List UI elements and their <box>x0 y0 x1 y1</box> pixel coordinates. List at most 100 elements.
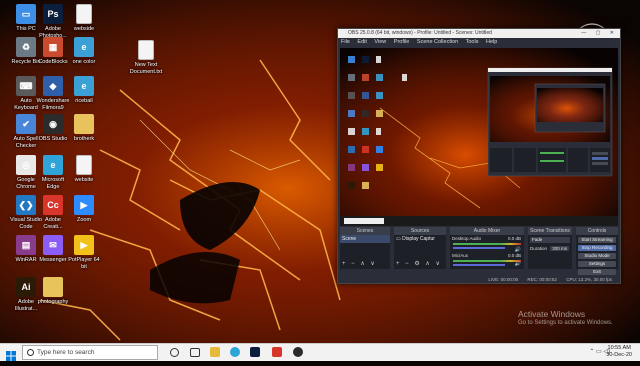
speaker-icon[interactable]: 🔊 <box>515 261 521 267</box>
mixer-track-mic: Mic/Aux 0.0 dB <box>450 252 524 259</box>
settings-button[interactable]: Settings <box>578 261 616 267</box>
watermark-line1: Activate Windows <box>518 309 586 319</box>
taskbar-search-box[interactable]: Type here to search <box>22 345 158 360</box>
obs-status-bar: LIVE: 00:00:00 REC: 00:00:52 CPU: 13.2%,… <box>338 276 620 283</box>
google-chrome-icon: ◎ <box>16 155 36 175</box>
search-icon <box>27 349 34 356</box>
watermark-line2: Go to Settings to activate Windows. <box>518 320 613 326</box>
search-placeholder: Type here to search <box>37 349 95 356</box>
cortana-icon[interactable] <box>170 348 179 357</box>
file-explorer-icon[interactable] <box>210 347 220 357</box>
this-pc-icon: ▭ <box>16 4 36 24</box>
transition-select[interactable]: Fade <box>530 237 570 243</box>
clock-time: 10:55 AM <box>607 345 631 351</box>
obs-title-text: OBS 25.0.8 (64 bit, windows) - Profile: … <box>348 30 492 36</box>
app-icon[interactable] <box>272 347 282 357</box>
desktop-icon-photography[interactable]: photography <box>35 277 71 306</box>
desktop-icon-brother[interactable]: brotherk <box>66 114 102 143</box>
duration-label: Duration <box>530 246 548 251</box>
obs-taskbar-icon[interactable] <box>293 347 303 357</box>
desktop-icon-webside[interactable]: webside <box>66 4 102 33</box>
exit-button[interactable]: Exit <box>578 269 616 275</box>
taskbar: Type here to search ⌃ ▭ ◁) 10:55 AM 30-D… <box>0 343 640 361</box>
obs-title-bar[interactable]: OBS 25.0.8 (64 bit, windows) - Profile: … <box>338 29 620 38</box>
auto-spell-checker-icon: ✔ <box>16 114 36 134</box>
desktop-icon-zoom[interactable]: ▶ Zoom <box>66 195 102 224</box>
controls-panel: Start Streaming Stop Recording Studio Mo… <box>576 235 618 275</box>
desktop-icon-riceball[interactable]: e riceball <box>66 76 102 105</box>
webside-icon <box>76 4 92 24</box>
cpu-status: CPU: 13.2%, 30.00 fps <box>566 277 612 282</box>
desktop-icon-label: photography <box>37 299 69 305</box>
sources-header: Sources <box>394 227 446 235</box>
riceball-icon: e <box>74 76 94 96</box>
task-view-icon[interactable] <box>190 348 200 357</box>
transitions-panel: Fade Duration 300 ms <box>528 235 572 269</box>
rec-status: REC: 00:00:52 <box>527 277 557 282</box>
desktop-icon-website[interactable]: website <box>66 155 102 184</box>
potplayer-icon: ▶ <box>74 235 94 255</box>
menu-tools[interactable]: Tools <box>466 39 479 45</box>
obs-menu-bar: File Edit View Profile Scene Collection … <box>338 38 620 47</box>
menu-profile[interactable]: Profile <box>394 39 410 45</box>
messenger-icon: ✉ <box>43 235 63 255</box>
menu-view[interactable]: View <box>374 39 386 45</box>
speaker-icon[interactable]: 🔊 <box>515 247 521 253</box>
taskbar-clock[interactable]: 10:55 AM 30-Dec-20 <box>606 345 632 359</box>
source-label: Display Captur <box>402 236 435 242</box>
desktop-icon-label: Zoom <box>76 217 92 223</box>
track-level: 0.0 dB <box>507 253 521 258</box>
network-icon[interactable]: ▭ <box>596 349 602 355</box>
microsoft-edge-icon: e <box>43 155 63 175</box>
scene-item[interactable]: Scene <box>340 235 390 243</box>
new-text-document-icon <box>138 40 154 60</box>
codeblocks-icon: ▦ <box>43 37 63 57</box>
winrar-icon: ▤ <box>16 235 36 255</box>
window-controls[interactable]: — ▢ ✕ <box>581 29 618 38</box>
desktop-icon-label: PotPlayer 64 bit <box>68 257 100 270</box>
live-status: LIVE: 00:00:00 <box>488 277 519 282</box>
scenes-toolbar[interactable]: + − ∧ ∨ <box>342 260 377 267</box>
volume-slider[interactable] <box>453 247 505 249</box>
desktop-icon-label: New Text Document.txt <box>129 62 163 75</box>
visual-studio-code-icon: ❮❯ <box>16 195 36 215</box>
meter-bar <box>453 243 521 245</box>
mixer-header: Audio Mixer <box>450 227 524 235</box>
desktop-icon-label: website <box>74 177 94 183</box>
mixer-track-desktop: Desktop Audio 0.0 dB <box>450 235 524 242</box>
obs-window[interactable]: OBS 25.0.8 (64 bit, windows) - Profile: … <box>337 28 621 284</box>
adobe-creative-icon: Cc <box>43 195 63 215</box>
desktop-icon-label: brotherk <box>73 136 95 142</box>
activate-windows-watermark: Activate Windows Go to Settings to activ… <box>518 309 613 326</box>
desktop-icon-label: riceball <box>75 98 93 104</box>
menu-file[interactable]: File <box>341 39 350 45</box>
menu-scene-collection[interactable]: Scene Collection <box>417 39 458 45</box>
desktop-icon-one-color[interactable]: e one color <box>66 37 102 66</box>
desktop-icon-potplayer[interactable]: ▶ PotPlayer 64 bit <box>66 235 102 270</box>
volume-slider[interactable] <box>453 264 505 266</box>
scenes-panel: Scene + − ∧ ∨ <box>340 235 390 269</box>
website-icon <box>76 155 92 175</box>
windows-start-icon[interactable] <box>6 348 16 361</box>
obs-preview-canvas[interactable] <box>340 48 618 226</box>
desktop-icon-label: webside <box>73 26 95 32</box>
desktop-icon-new-text-document[interactable]: New Text Document.txt <box>128 40 164 75</box>
sources-panel: ▭ Display Captur + − ⚙ ∧ ∨ <box>394 235 446 269</box>
clock-date: 30-Dec-20 <box>606 352 632 358</box>
source-item[interactable]: ▭ Display Captur <box>394 235 446 243</box>
chevron-up-icon[interactable]: ⌃ <box>589 349 594 355</box>
meter-bar <box>453 260 521 262</box>
sources-toolbar[interactable]: + − ⚙ ∧ ∨ <box>396 260 442 267</box>
menu-help[interactable]: Help <box>486 39 497 45</box>
menu-edit[interactable]: Edit <box>357 39 366 45</box>
photoshop-icon[interactable] <box>250 347 260 357</box>
duration-input[interactable]: 300 ms <box>550 246 570 251</box>
edge-icon[interactable] <box>230 347 240 357</box>
studio-mode-button[interactable]: Studio Mode <box>578 253 616 259</box>
auto-keyboard-icon: ⌨ <box>16 76 36 96</box>
one-color-icon: e <box>74 37 94 57</box>
start-streaming-button[interactable]: Start Streaming <box>578 237 616 243</box>
stop-recording-button[interactable]: Stop Recording <box>578 245 616 251</box>
track-name: Mic/Aux <box>452 253 469 258</box>
scenes-header: Scenes <box>340 227 390 235</box>
